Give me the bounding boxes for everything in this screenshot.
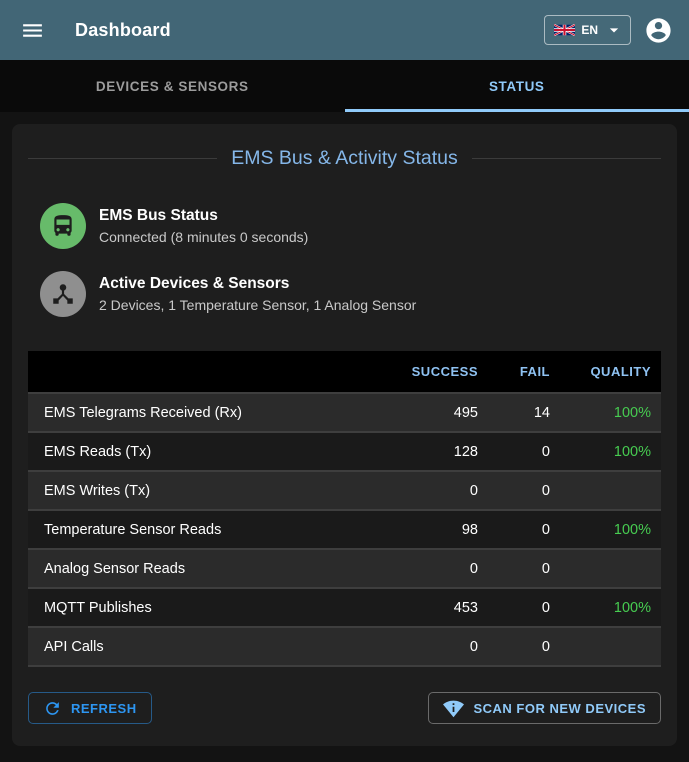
card-actions: REFRESH SCAN FOR NEW DEVICES [28, 692, 661, 724]
table-row: EMS Writes (Tx)00 [28, 471, 661, 510]
cell-quality [560, 549, 661, 588]
cell-fail: 14 [488, 393, 560, 432]
cell-label: MQTT Publishes [28, 588, 378, 627]
tab-devices-sensors[interactable]: DEVICES & SENSORS [0, 60, 345, 112]
status-card: EMS Bus & Activity Status EMS Bus Status… [12, 124, 677, 746]
tab-status[interactable]: STATUS [345, 60, 689, 112]
cell-quality: 100% [560, 432, 661, 471]
cell-label: API Calls [28, 627, 378, 666]
device-hub-icon [40, 271, 86, 317]
table-row: EMS Telegrams Received (Rx)49514100% [28, 393, 661, 432]
ems-bus-status-item: EMS Bus Status Connected (8 minutes 0 se… [40, 203, 661, 249]
column-header-quality: QUALITY [560, 351, 661, 393]
refresh-button[interactable]: REFRESH [28, 692, 152, 724]
account-circle-icon [644, 16, 673, 45]
activity-table-body: EMS Telegrams Received (Rx)49514100%EMS … [28, 393, 661, 666]
status-list: EMS Bus Status Connected (8 minutes 0 se… [40, 203, 661, 317]
table-row: MQTT Publishes4530100% [28, 588, 661, 627]
status-item-title: Active Devices & Sensors [99, 275, 416, 293]
cell-success: 128 [378, 432, 488, 471]
table-row: API Calls00 [28, 627, 661, 666]
active-devices-item: Active Devices & Sensors 2 Devices, 1 Te… [40, 271, 661, 317]
scan-for-new-devices-button[interactable]: SCAN FOR NEW DEVICES [428, 692, 661, 724]
language-code: EN [581, 23, 598, 37]
cell-fail: 0 [488, 588, 560, 627]
menu-button[interactable] [16, 14, 49, 47]
activity-table: SUCCESS FAIL QUALITY EMS Telegrams Recei… [28, 351, 661, 667]
cell-success: 0 [378, 627, 488, 666]
app-bar: Dashboard EN [0, 0, 689, 60]
divider-line [28, 158, 217, 159]
table-row: Analog Sensor Reads00 [28, 549, 661, 588]
cell-label: EMS Writes (Tx) [28, 471, 378, 510]
cell-quality: 100% [560, 588, 661, 627]
cell-fail: 0 [488, 432, 560, 471]
table-row: EMS Reads (Tx)1280100% [28, 432, 661, 471]
cell-success: 98 [378, 510, 488, 549]
cell-fail: 0 [488, 471, 560, 510]
scan-wifi-icon [443, 698, 464, 719]
cell-quality [560, 471, 661, 510]
ems-bus-status-text: EMS Bus Status Connected (8 minutes 0 se… [99, 207, 308, 245]
status-item-subtitle: Connected (8 minutes 0 seconds) [99, 229, 308, 245]
column-header-blank [28, 351, 378, 393]
scan-button-label: SCAN FOR NEW DEVICES [473, 701, 646, 716]
card-title: EMS Bus & Activity Status [231, 147, 458, 170]
bus-icon [40, 203, 86, 249]
cell-success: 0 [378, 471, 488, 510]
cell-success: 0 [378, 549, 488, 588]
card-title-row: EMS Bus & Activity Status [28, 124, 661, 170]
cell-fail: 0 [488, 627, 560, 666]
chevron-down-icon [604, 20, 624, 40]
refresh-button-label: REFRESH [71, 701, 137, 716]
cell-quality: 100% [560, 510, 661, 549]
page-title: Dashboard [75, 20, 544, 41]
cell-success: 453 [378, 588, 488, 627]
table-row: Temperature Sensor Reads980100% [28, 510, 661, 549]
table-header-row: SUCCESS FAIL QUALITY [28, 351, 661, 393]
cell-fail: 0 [488, 510, 560, 549]
tab-bar: DEVICES & SENSORS STATUS [0, 60, 689, 112]
active-devices-text: Active Devices & Sensors 2 Devices, 1 Te… [99, 275, 416, 313]
refresh-icon [43, 699, 62, 718]
cell-label: Analog Sensor Reads [28, 549, 378, 588]
hamburger-menu-icon [20, 18, 45, 43]
column-header-fail: FAIL [488, 351, 560, 393]
language-selector[interactable]: EN [544, 15, 631, 45]
uk-flag-icon [554, 24, 575, 36]
account-button[interactable] [640, 12, 677, 49]
cell-label: EMS Telegrams Received (Rx) [28, 393, 378, 432]
cell-label: Temperature Sensor Reads [28, 510, 378, 549]
divider-line [472, 158, 661, 159]
cell-label: EMS Reads (Tx) [28, 432, 378, 471]
cell-fail: 0 [488, 549, 560, 588]
status-item-title: EMS Bus Status [99, 207, 308, 225]
cell-success: 495 [378, 393, 488, 432]
status-item-subtitle: 2 Devices, 1 Temperature Sensor, 1 Analo… [99, 297, 416, 313]
cell-quality: 100% [560, 393, 661, 432]
appbar-actions: EN [544, 12, 677, 49]
cell-quality [560, 627, 661, 666]
column-header-success: SUCCESS [378, 351, 488, 393]
